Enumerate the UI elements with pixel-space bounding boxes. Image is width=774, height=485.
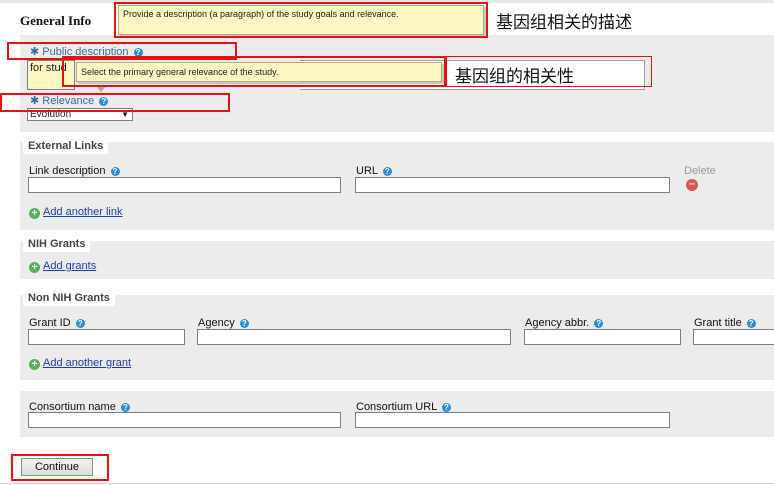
add-another-link-text: Add another link: [43, 206, 123, 218]
delete-link-button[interactable]: –: [686, 178, 698, 191]
agency-abbr-label-text: Agency abbr.: [525, 317, 590, 329]
help-icon[interactable]: ?: [75, 318, 85, 328]
consortium-url-input[interactable]: [355, 412, 670, 428]
agency-input[interactable]: [197, 329, 511, 345]
annotation-box-description-tooltip: [114, 2, 488, 38]
annotation-relevance-note: 基因组的相关性: [455, 67, 574, 87]
agency-abbr-input[interactable]: [524, 329, 681, 345]
section-title: General Info: [20, 13, 91, 29]
help-icon[interactable]: ?: [110, 166, 120, 176]
help-icon[interactable]: ?: [239, 318, 249, 328]
annotation-box-relevance: [0, 93, 230, 112]
bottom-rule: [0, 483, 774, 484]
plus-icon: +: [29, 208, 40, 219]
add-another-grant[interactable]: + Add another grant: [29, 357, 131, 370]
continue-button[interactable]: Continue: [21, 458, 93, 476]
url-label-text: URL: [356, 165, 378, 177]
plus-icon: +: [29, 359, 40, 370]
delete-label: Delete: [684, 165, 716, 177]
add-grants[interactable]: + Add grants: [29, 260, 96, 273]
help-icon[interactable]: ?: [746, 318, 756, 328]
add-another-grant-text: Add another grant: [43, 357, 132, 369]
grant-title-input[interactable]: [693, 329, 774, 345]
nih-grants-legend: NIH Grants: [23, 237, 91, 252]
nih-grants-panel: [20, 241, 774, 279]
section-title-text: General Info: [20, 13, 92, 28]
minus-icon: –: [686, 179, 698, 191]
link-description-input[interactable]: [28, 177, 341, 193]
plus-icon: +: [29, 262, 40, 273]
add-grants-text: Add grants: [43, 260, 97, 272]
grant-id-label-text: Grant ID: [29, 317, 71, 329]
external-links-legend: External Links: [23, 139, 109, 154]
annotation-description-note: 基因组相关的描述: [496, 13, 632, 33]
grant-title-label-text: Grant title: [694, 317, 742, 329]
url-input[interactable]: [355, 177, 670, 193]
grant-id-input[interactable]: [28, 329, 185, 345]
help-icon[interactable]: ?: [441, 402, 451, 412]
add-another-link[interactable]: + Add another link: [29, 206, 123, 219]
help-icon[interactable]: ?: [120, 402, 130, 412]
link-description-label-text: Link description: [29, 165, 106, 177]
annotation-box-relevance-tooltip: [62, 56, 446, 87]
agency-label-text: Agency: [198, 317, 235, 329]
consortium-name-input[interactable]: [28, 412, 341, 428]
non-nih-grants-legend: Non NIH Grants: [23, 291, 115, 306]
help-icon[interactable]: ?: [382, 166, 392, 176]
help-icon[interactable]: ?: [594, 318, 604, 328]
